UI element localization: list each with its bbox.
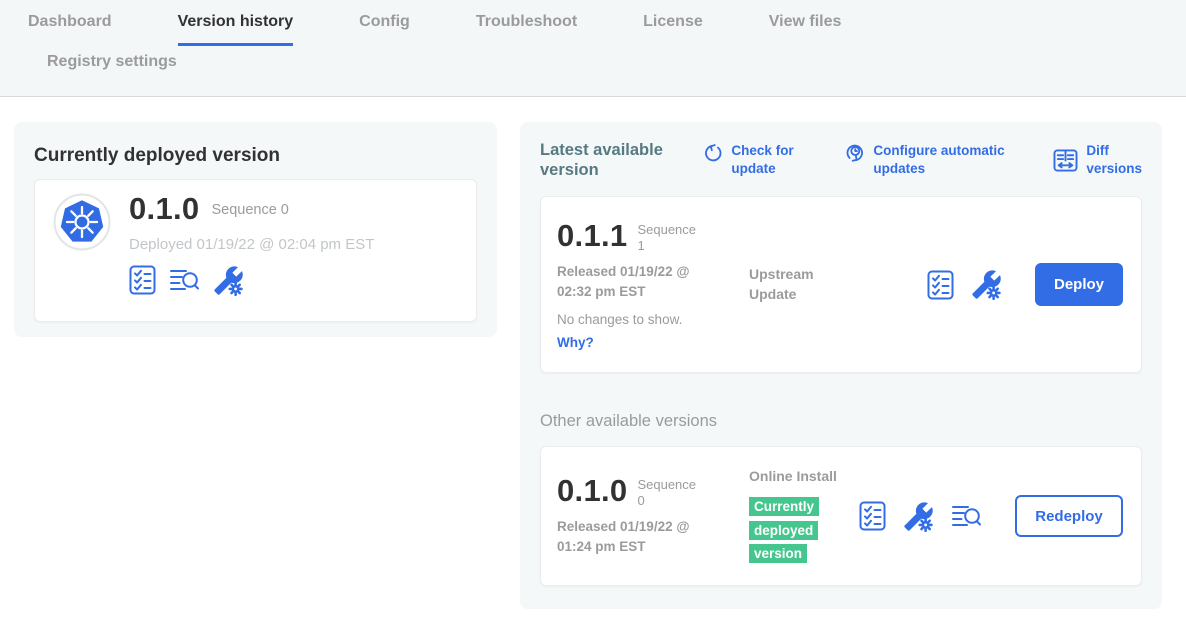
other-released-timestamp: Released 01/19/22 @ 01:24 pm EST	[557, 517, 721, 558]
latest-source-label: Upstream Update	[749, 265, 849, 304]
deployed-timestamp: Deployed 01/19/22 @ 02:04 pm EST	[129, 236, 374, 253]
deployed-version-details: 0.1.0 Sequence 0 Deployed 01/19/22 @ 02:…	[129, 193, 374, 296]
tab-troubleshoot[interactable]: Troubleshoot	[476, 13, 577, 46]
preflight-checks-icon[interactable]	[927, 270, 954, 300]
config-icon[interactable]	[903, 501, 934, 532]
config-icon[interactable]	[971, 269, 1002, 300]
deploy-logs-icon[interactable]	[169, 267, 200, 294]
auto-update-icon	[845, 143, 865, 163]
deploy-logs-icon[interactable]	[951, 503, 982, 530]
other-sequence-label: Sequence 0	[637, 477, 701, 508]
latest-changes-note: No changes to show.	[557, 312, 749, 327]
refresh-icon	[703, 143, 723, 163]
latest-released-timestamp: Released 01/19/22 @ 02:32 pm EST	[557, 262, 721, 303]
top-navigation: Dashboard Version history Config Trouble…	[0, 0, 1186, 97]
tab-view-files[interactable]: View files	[769, 13, 842, 46]
other-version-row: 0.1.0 Sequence 0 Released 01/19/22 @ 01:…	[540, 446, 1142, 586]
currently-deployed-card: Currently deployed version 0.1.0 Sequenc…	[14, 122, 497, 337]
deployed-version-number: 0.1.0	[129, 193, 199, 226]
latest-version-number: 0.1.1	[557, 220, 627, 253]
primary-tab-row: Dashboard Version history Config Trouble…	[0, 0, 1186, 46]
tab-dashboard[interactable]: Dashboard	[28, 13, 112, 46]
currently-deployed-badge: Currently deployed version	[749, 497, 819, 563]
available-versions-card: Latest available version Check for updat…	[520, 122, 1162, 609]
tab-registry-settings[interactable]: Registry settings	[47, 53, 177, 86]
diff-icon	[1053, 149, 1078, 172]
tab-license[interactable]: License	[643, 13, 703, 46]
tab-version-history[interactable]: Version history	[178, 13, 294, 46]
deployed-version-row: 0.1.0 Sequence 0 Deployed 01/19/22 @ 02:…	[34, 179, 477, 322]
latest-sequence-label: Sequence 1	[637, 222, 701, 253]
currently-deployed-title: Currently deployed version	[34, 145, 477, 167]
redeploy-button[interactable]: Redeploy	[1015, 495, 1123, 537]
latest-version-row: 0.1.1 Sequence 1 Released 01/19/22 @ 02:…	[540, 196, 1142, 373]
preflight-checks-icon[interactable]	[129, 265, 156, 295]
configure-automatic-updates-link[interactable]: Configure automatic updates	[845, 142, 1013, 177]
other-source-label: Online Install	[749, 467, 849, 487]
kubernetes-logo-icon	[53, 193, 111, 256]
tab-config[interactable]: Config	[359, 13, 410, 46]
secondary-tab-row: Registry settings	[0, 46, 1186, 86]
config-icon[interactable]	[213, 265, 244, 296]
latest-available-title: Latest available version	[540, 140, 683, 180]
diff-versions-link[interactable]: Diff versions	[1053, 142, 1142, 177]
other-version-number: 0.1.0	[557, 475, 627, 508]
deploy-button[interactable]: Deploy	[1035, 263, 1123, 306]
deployed-sequence-label: Sequence 0	[211, 202, 288, 218]
why-link[interactable]: Why?	[557, 335, 749, 350]
preflight-checks-icon[interactable]	[859, 501, 886, 531]
check-for-update-link[interactable]: Check for update	[703, 142, 805, 177]
other-versions-heading: Other available versions	[540, 412, 1142, 431]
